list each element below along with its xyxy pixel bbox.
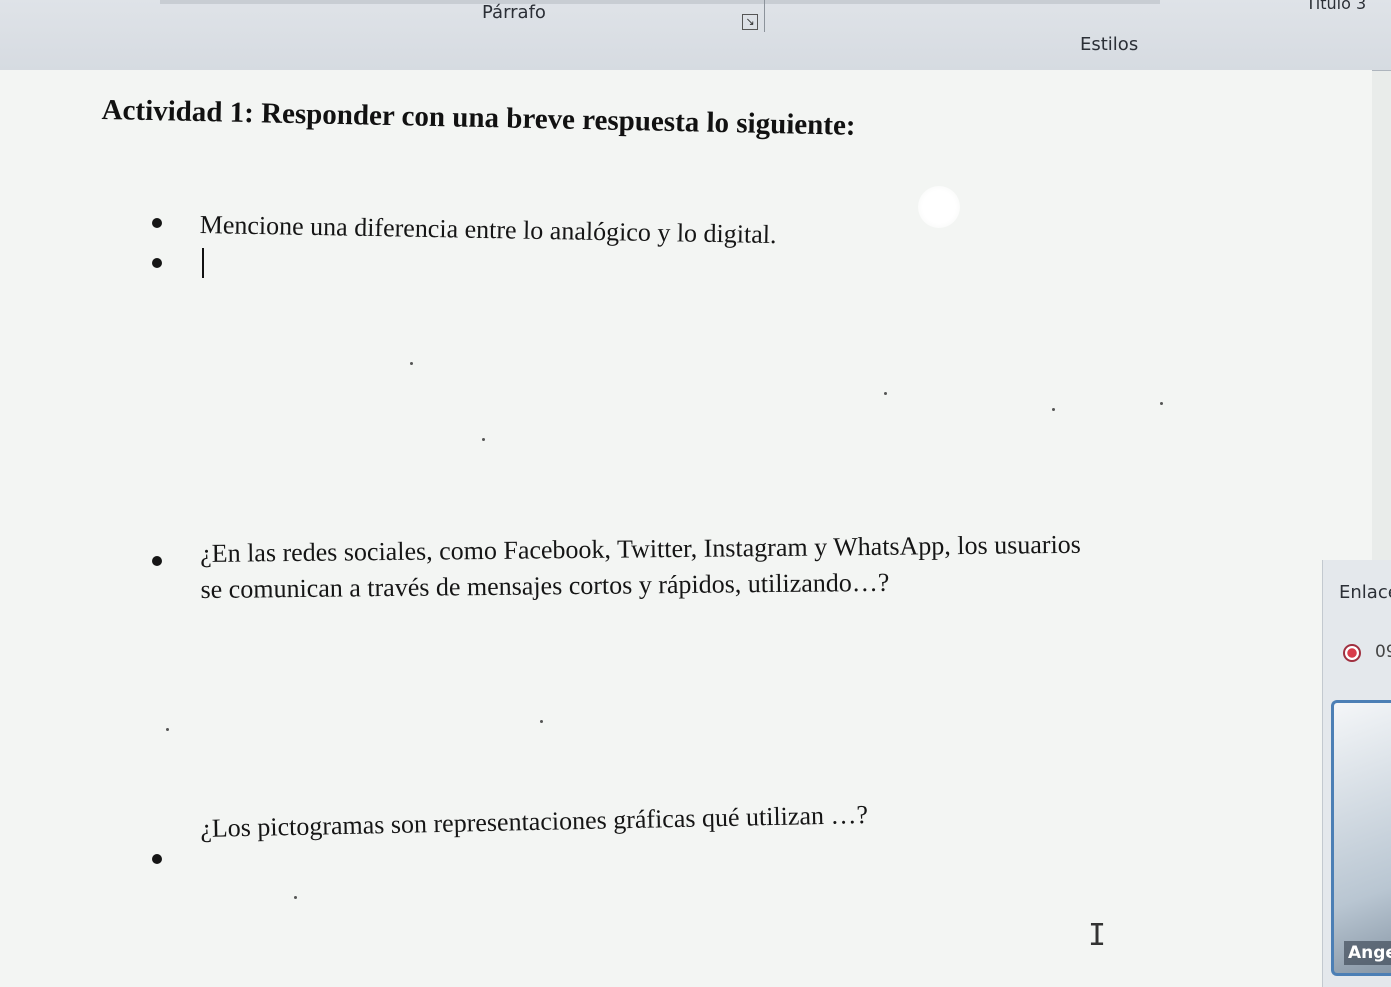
style-heading3-button[interactable]: Título 3 — [1306, 0, 1366, 13]
link-label[interactable]: Enlace — [1339, 582, 1391, 603]
bullet — [152, 218, 162, 228]
bullet — [152, 258, 162, 268]
record-icon — [1343, 644, 1361, 662]
recording-time: 09 — [1375, 642, 1391, 662]
dust-speck — [1160, 402, 1163, 405]
question-3: ¿Los pictogramas son representaciones gr… — [200, 800, 869, 843]
dust-speck — [482, 438, 485, 441]
dust-speck — [884, 392, 887, 395]
dialog-launcher-icon[interactable]: ↘ — [742, 14, 758, 30]
ribbon-top-strip — [160, 0, 1160, 4]
dust-speck — [540, 720, 543, 723]
ribbon-divider — [764, 0, 765, 32]
text-cursor-icon: I — [1088, 918, 1107, 953]
participant-name: Ange — [1344, 941, 1391, 965]
bullet — [152, 854, 162, 864]
dust-speck — [1052, 408, 1055, 411]
dust-speck — [410, 362, 413, 365]
dust-speck — [166, 728, 169, 731]
participant-video-tile[interactable]: Ange — [1331, 700, 1391, 976]
styles-group-label: Estilos — [1080, 34, 1139, 55]
screen-glare — [918, 186, 960, 228]
ribbon: Párrafo ↘ Título 3 Estilos — [0, 0, 1391, 71]
bullet — [152, 556, 162, 566]
dust-speck — [294, 896, 297, 899]
meeting-side-panel: Enlace 09 Ange — [1322, 560, 1391, 987]
question-2: ¿En las redes sociales, como Facebook, T… — [200, 527, 1081, 608]
document-title: Actividad 1: Responder con una breve res… — [101, 94, 856, 142]
text-caret — [202, 248, 204, 278]
paragraph-group-label: Párrafo — [482, 2, 546, 23]
document-page[interactable]: Actividad 1: Responder con una breve res… — [0, 70, 1372, 987]
question-1: Mencione una diferencia entre lo analógi… — [199, 210, 777, 250]
